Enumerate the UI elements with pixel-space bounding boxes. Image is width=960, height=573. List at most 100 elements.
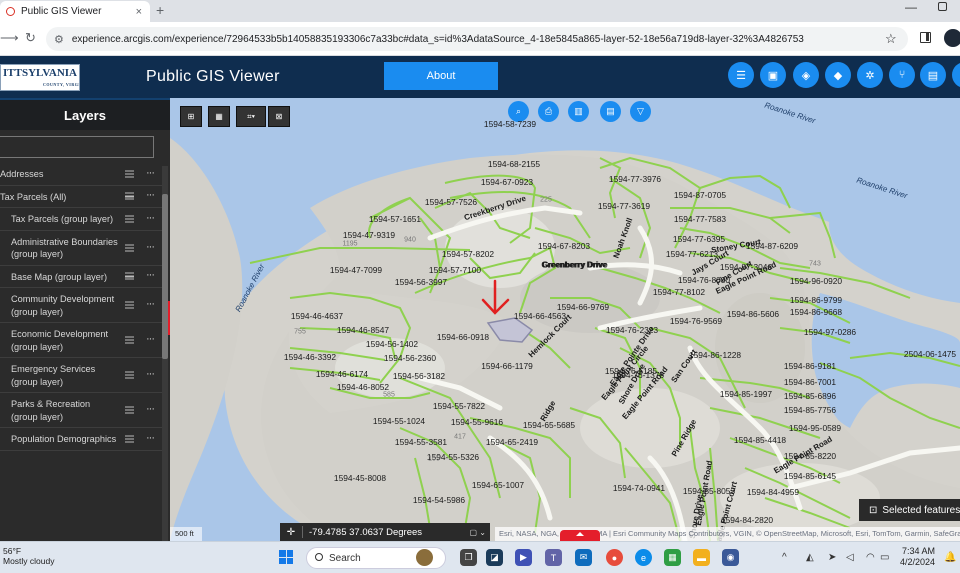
coordinate-options-icon[interactable]: ▢ ⌄ xyxy=(470,528,486,537)
bookmark-star-icon[interactable]: ☆ xyxy=(885,31,897,47)
parcel-label: 1594-65-5685 xyxy=(522,420,576,430)
network-icon[interactable]: ⑂ xyxy=(889,62,915,88)
map-view[interactable]: ⊞ ▦ ⌗▾ ⊠ ⌕ ⎙ ▥ ▤ ▽ Roanoke River Roanoke … xyxy=(170,98,960,541)
drag-handle-icon[interactable] xyxy=(125,336,134,344)
layer-item[interactable]: Administrative Boundaries (group layer) ·… xyxy=(0,231,162,266)
app-icon[interactable]: ◉ xyxy=(722,549,739,566)
location-icon[interactable]: ➤ xyxy=(828,552,836,563)
more-options-icon[interactable]: ··· xyxy=(146,298,155,311)
weather-widget[interactable]: 56°F Mostly cloudy xyxy=(3,546,55,566)
app-icon[interactable]: ▦ xyxy=(664,549,681,566)
layer-item-label: Tax Parcels (group layer) xyxy=(11,214,114,224)
task-view-icon[interactable]: ❐ xyxy=(460,549,477,566)
measure-icon[interactable]: ▦ xyxy=(208,106,230,127)
layer-item[interactable]: Tax Parcels (All) ··· xyxy=(0,186,162,208)
drag-handle-icon[interactable] xyxy=(125,435,134,443)
layer-item[interactable]: Tax Parcels (group layer) ··· xyxy=(0,208,162,231)
teams-icon[interactable]: T xyxy=(545,549,562,566)
address-bar[interactable]: ⚙ experience.arcgis.com/experience/72964… xyxy=(46,27,908,51)
side-panel-icon[interactable] xyxy=(920,32,931,43)
layer-item[interactable]: Economic Development (group layer) ··· xyxy=(0,323,162,358)
more-options-icon[interactable]: ··· xyxy=(146,333,155,346)
drag-handle-icon[interactable] xyxy=(125,170,134,178)
search-icon xyxy=(315,553,323,561)
layer-item[interactable]: Community Development (group layer) ··· xyxy=(0,288,162,323)
video-app-icon[interactable]: ▶ xyxy=(515,549,532,566)
zoom-extent-icon[interactable]: ⊞ xyxy=(180,106,202,127)
layers-icon[interactable]: ◆ xyxy=(825,62,851,88)
network-icon[interactable]: ◭ xyxy=(806,552,814,563)
clear-selection-icon[interactable]: ⊠ xyxy=(268,106,290,127)
layer-item[interactable]: Addresses ··· xyxy=(0,163,162,186)
more-icon[interactable] xyxy=(952,62,960,88)
search-highlight-icon[interactable] xyxy=(416,549,433,566)
save-icon[interactable]: ▣ xyxy=(760,62,786,88)
more-options-icon[interactable]: ··· xyxy=(146,403,155,416)
parcel-label: 1594-95-0589 xyxy=(788,423,842,433)
layer-item[interactable]: Base Map (group layer) ··· xyxy=(0,266,162,288)
back-arrow-icon[interactable]: ⟶ xyxy=(0,30,19,46)
more-options-icon[interactable]: ··· xyxy=(146,269,155,282)
more-options-icon[interactable]: ··· xyxy=(146,241,155,254)
attribute-table-icon[interactable]: ▤ xyxy=(920,62,946,88)
elevation-label: 417 xyxy=(454,433,466,441)
speaker-icon[interactable]: ◁ xyxy=(846,552,854,563)
chrome-icon[interactable]: ● xyxy=(606,549,623,566)
drag-handle-icon[interactable] xyxy=(125,215,134,223)
wifi-icon[interactable]: ◠ xyxy=(866,552,875,563)
battery-icon[interactable]: ▭ xyxy=(880,552,889,563)
system-clock[interactable]: 7:34 AM 4/2/2024 xyxy=(893,546,935,568)
windows-start-icon[interactable] xyxy=(279,550,293,564)
bar-chart-icon[interactable]: ▥ xyxy=(568,101,589,122)
widgets-icon[interactable]: ◪ xyxy=(486,549,503,566)
drag-handle-icon[interactable] xyxy=(125,406,134,414)
print-icon[interactable]: ⎙ xyxy=(538,101,559,122)
chart-icon[interactable]: ▤ xyxy=(600,101,621,122)
more-options-icon[interactable]: ··· xyxy=(146,189,155,202)
drag-handle-icon[interactable] xyxy=(125,371,134,379)
basemap-icon[interactable]: ◈ xyxy=(793,62,819,88)
edge-icon[interactable]: e xyxy=(635,549,652,566)
parcel-label: 1594-85-7756 xyxy=(783,405,837,415)
drag-handle-icon[interactable] xyxy=(125,301,134,309)
more-options-icon[interactable]: ··· xyxy=(146,368,155,381)
parcel-label: 1594-47-9319 xyxy=(342,230,396,240)
road-label: Greenberry Drive xyxy=(541,260,607,270)
parcel-label: 1594-87-0705 xyxy=(673,190,727,200)
filter-icon[interactable]: ▽ xyxy=(630,101,651,122)
minimize-window-icon[interactable]: — xyxy=(905,0,917,14)
file-explorer-icon[interactable]: ▬ xyxy=(693,549,710,566)
browser-tab[interactable]: Public GIS Viewer × xyxy=(0,1,150,22)
maximize-window-icon[interactable] xyxy=(938,2,947,11)
selected-features-button[interactable]: ⊡ Selected features xyxy=(859,499,960,521)
drag-handle-icon[interactable] xyxy=(125,192,134,200)
layer-item-label: Community Development (group layer) xyxy=(11,294,115,317)
layer-item[interactable]: Emergency Services (group layer) ··· xyxy=(0,358,162,393)
list-icon[interactable]: ☰ xyxy=(728,62,754,88)
more-options-icon[interactable]: ··· xyxy=(146,212,155,225)
notification-bell-icon[interactable]: 🔔 xyxy=(944,552,956,563)
drag-handle-icon[interactable] xyxy=(125,244,134,251)
crosshair-icon[interactable]: ✛ xyxy=(284,527,298,538)
logo-subtext: COUNTY, VIRGINIA xyxy=(43,82,79,87)
expand-bottom-panel-button[interactable] xyxy=(560,530,600,541)
select-tool-icon[interactable]: ⌗▾ xyxy=(236,106,266,127)
layer-item-label: Economic Development (group layer) xyxy=(11,329,109,352)
layer-item[interactable]: Population Demographics ··· xyxy=(0,428,162,451)
parcel-label: 1594-86-9668 xyxy=(789,307,843,317)
tray-chevron-icon[interactable]: ^ xyxy=(782,552,787,563)
reload-icon[interactable]: ↻ xyxy=(25,30,36,46)
new-tab-button[interactable]: + xyxy=(156,2,164,18)
more-options-icon[interactable]: ··· xyxy=(146,432,155,445)
drag-handle-icon[interactable] xyxy=(125,272,134,280)
mail-icon[interactable]: ✉ xyxy=(575,549,592,566)
analysis-icon[interactable]: ✲ xyxy=(857,62,883,88)
profile-avatar[interactable] xyxy=(944,29,960,47)
parcel-label: 1594-57-8202 xyxy=(441,249,495,259)
about-button[interactable]: About xyxy=(384,62,498,90)
site-info-icon[interactable]: ⚙ xyxy=(54,33,64,46)
layer-item[interactable]: Parks & Recreation (group layer) ··· xyxy=(0,393,162,428)
more-options-icon[interactable]: ··· xyxy=(146,167,155,180)
tab-close-icon[interactable]: × xyxy=(136,6,142,18)
layer-search-input[interactable] xyxy=(0,136,154,158)
